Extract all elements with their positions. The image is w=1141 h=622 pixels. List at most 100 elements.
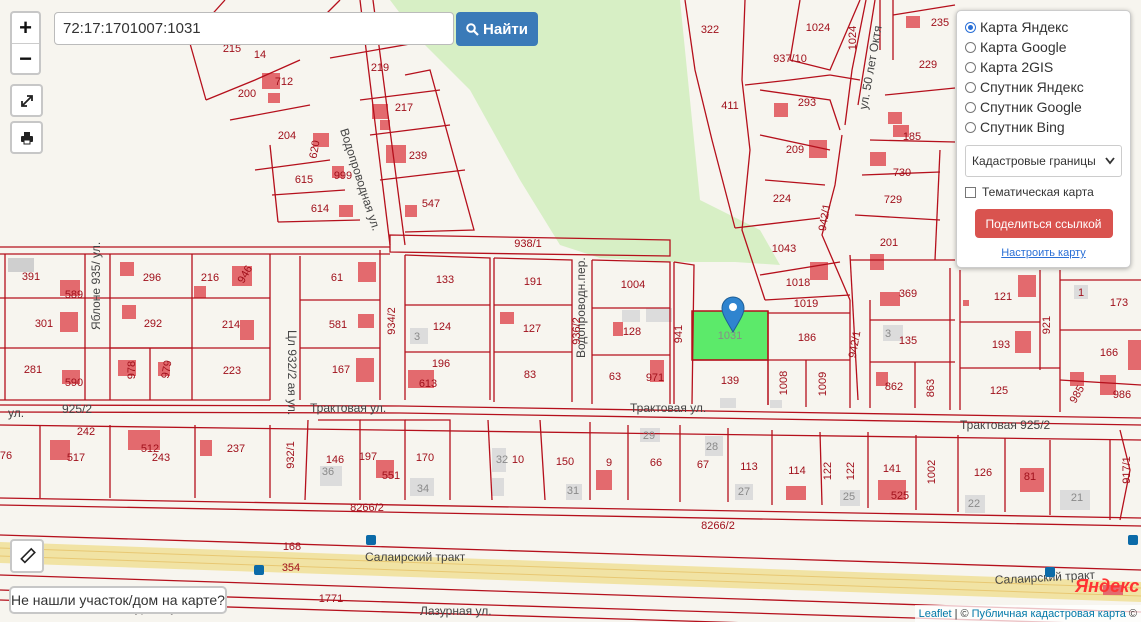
parcel-label: 589: [65, 289, 83, 301]
radio-icon: [965, 41, 976, 53]
zoom-control: + −: [10, 11, 41, 75]
parcel-label: 214: [222, 319, 240, 331]
parcel-label: 61: [331, 272, 343, 284]
parcel-label: 8266/2: [701, 520, 735, 532]
layer-option-4[interactable]: Спутник Google: [965, 97, 1122, 117]
street-label: Лазурная ул.: [420, 604, 492, 618]
checkbox-icon: [965, 186, 976, 198]
street-label: Яблоне 935/ ул.: [89, 242, 103, 330]
parcel-label: 525: [891, 490, 909, 502]
parcel-label: 863: [925, 379, 937, 397]
share-link-button[interactable]: Поделиться ссылкой: [974, 209, 1113, 238]
parcel-label: 29: [643, 430, 655, 442]
parcel-label: 173: [1110, 297, 1128, 309]
fullscreen-button[interactable]: [10, 84, 43, 117]
parcel-label: 21: [1071, 492, 1083, 504]
parcel-label: 938/1: [514, 238, 542, 250]
parcel-label: 862: [885, 381, 903, 393]
parcel-label: 113: [740, 461, 758, 473]
parcel-label: 114: [788, 465, 806, 477]
parcel-label: 581: [329, 319, 347, 331]
parcel-label: 126: [974, 467, 992, 479]
parcel-label: 1008: [778, 371, 790, 395]
parcel-label: 150: [556, 456, 574, 468]
parcel-label: 243: [152, 452, 170, 464]
not-found-parcel-button[interactable]: Не нашли участок/дом на карте?: [9, 586, 227, 614]
zoom-in-button[interactable]: +: [12, 13, 39, 43]
measure-button[interactable]: [10, 539, 44, 573]
print-button[interactable]: [10, 121, 43, 154]
layer-option-1[interactable]: Карта Google: [965, 37, 1122, 57]
overlay-layer-select[interactable]: Кадастровые границы: [965, 145, 1122, 177]
parcel-label: 139: [721, 375, 739, 387]
parcel-label: 125: [990, 385, 1008, 397]
parcel-label: 517: [67, 452, 85, 464]
parcel-label: 3: [414, 331, 420, 343]
parcel-label: 354: [282, 562, 300, 574]
parcel-label: 166: [1100, 347, 1118, 359]
cadastral-number-search-input[interactable]: [54, 12, 454, 45]
parcel-label: 34: [417, 483, 429, 495]
parcel-label: 133: [436, 274, 454, 286]
parcel-label: 141: [883, 463, 901, 475]
configure-map-link[interactable]: Настроить карту: [965, 247, 1122, 259]
layer-option-5[interactable]: Спутник Bing: [965, 117, 1122, 137]
parcel-label: 135: [899, 335, 917, 347]
parcel-label: 235: [931, 17, 949, 29]
parcel-label: 14: [254, 49, 266, 61]
parcel-label: 10: [512, 454, 524, 466]
parcel-label: 146: [326, 454, 344, 466]
parcel-label: 936/2: [571, 317, 583, 345]
parcel-label: 36: [322, 466, 334, 478]
parcel-label: 937/10: [773, 53, 807, 65]
parcel-label: 122: [845, 462, 857, 480]
parcel-label: 193: [992, 339, 1010, 351]
attribution-copyright: ©: [1128, 607, 1137, 620]
thematic-map-label: Тематическая карта: [982, 185, 1094, 199]
parcel-label: 31: [567, 485, 579, 497]
parcel-label: 1019: [794, 298, 818, 310]
parcel-label: 999: [334, 170, 352, 182]
parcel-label: 941: [673, 325, 685, 343]
search-button[interactable]: Найти: [456, 12, 538, 46]
parcel-label: 1771: [319, 593, 343, 605]
parcel-label: 242: [77, 426, 95, 438]
parcel-label: 76: [0, 450, 12, 462]
parcel-label: 67: [697, 459, 709, 471]
layer-option-label: Спутник Bing: [980, 119, 1065, 135]
parcel-label: 170: [416, 452, 434, 464]
leaflet-link[interactable]: Leaflet: [919, 608, 952, 620]
parcel-label: 613: [419, 378, 437, 390]
parcel-label: 729: [884, 194, 902, 206]
parcel-label: 1004: [621, 279, 645, 291]
street-label: Салаирский тракт: [365, 550, 466, 564]
parcel-label: 167: [332, 364, 350, 376]
zoom-out-button[interactable]: −: [12, 43, 39, 74]
parcel-label: 127: [523, 323, 541, 335]
parcel-label: 292: [144, 318, 162, 330]
street-label: ул.: [8, 406, 24, 420]
parcel-label: 730: [893, 167, 911, 179]
street-label: Трактовая ул.: [630, 401, 706, 415]
parcel-label: 185: [903, 131, 921, 143]
layer-option-0[interactable]: Карта Яндекс: [965, 17, 1122, 37]
parcel-label: 197: [359, 451, 377, 463]
yandex-logo: Яндекс: [1075, 576, 1140, 596]
parcel-label: 63: [609, 371, 621, 383]
parcel-label: 590: [65, 377, 83, 389]
layer-option-2[interactable]: Карта 2GIS: [965, 57, 1122, 77]
layer-option-3[interactable]: Спутник Яндекс: [965, 77, 1122, 97]
layer-switcher-panel: Карта Яндекс Карта Google Карта 2GIS Спутни…: [956, 10, 1131, 268]
street-label: Цл 932/2 ая ул.: [285, 330, 299, 415]
pkk-link[interactable]: Публичная кадастровая карта: [972, 608, 1126, 620]
parcel-label: 22: [968, 498, 980, 510]
parcel-label: 186: [798, 332, 816, 344]
layer-option-label: Спутник Яндекс: [980, 79, 1084, 95]
parcel-label: 917/1: [1121, 456, 1133, 484]
thematic-map-checkbox[interactable]: Тематическая карта: [965, 185, 1122, 199]
parcel-label: 216: [201, 272, 219, 284]
parcel-label: 8266/2: [350, 502, 384, 514]
parcel-label: 391: [22, 271, 40, 283]
parcel-label: 201: [880, 237, 898, 249]
parcel-label: 9: [606, 457, 612, 469]
